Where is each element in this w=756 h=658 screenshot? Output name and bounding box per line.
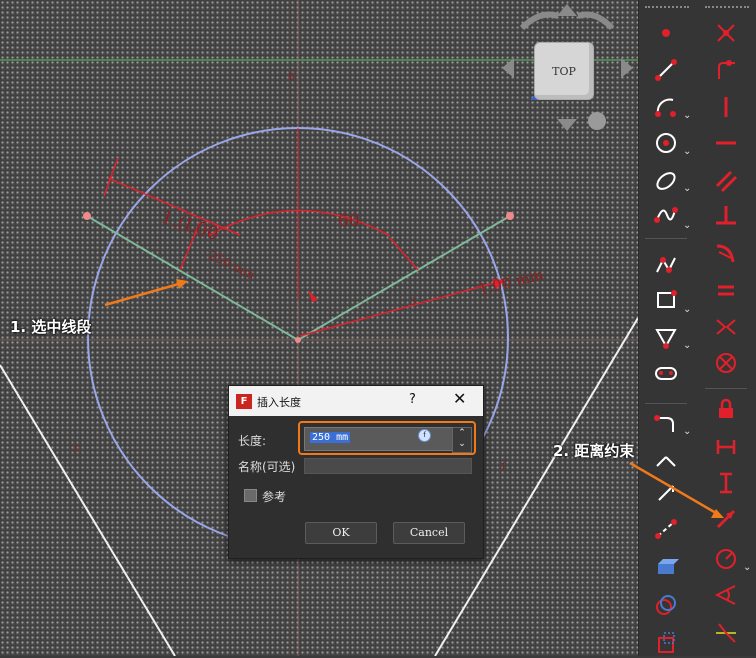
dialog-titlebar[interactable]: F 插入长度 ? ✕	[229, 386, 483, 416]
rectangle-icon[interactable]	[649, 285, 683, 315]
dialog-title: 插入长度	[257, 396, 301, 409]
tangent-constraint-icon[interactable]	[709, 238, 743, 268]
snell-law-icon[interactable]	[709, 618, 743, 648]
carbon-copy-icon[interactable]	[649, 590, 683, 620]
vertical-constraint-icon[interactable]	[709, 92, 743, 122]
parallel-constraint-icon[interactable]	[709, 166, 743, 196]
chevron-down-icon[interactable]: ⌄	[743, 562, 751, 573]
navigation-cube[interactable]: TOP	[500, 0, 635, 135]
dim-line-right	[299, 279, 506, 337]
length-label: 长度:	[238, 434, 267, 448]
name-label: 名称(可选)	[238, 460, 296, 474]
small-label-1: 8	[288, 72, 294, 83]
nav-cube-face[interactable]: TOP	[534, 42, 594, 100]
polygon-icon[interactable]	[649, 322, 683, 352]
endpoint-left[interactable]	[83, 212, 91, 220]
length-input-highlight	[298, 421, 476, 455]
horizontal-constraint-icon[interactable]	[709, 128, 743, 158]
chevron-down-icon[interactable]: ⌄	[683, 183, 691, 194]
circle-icon[interactable]	[649, 128, 683, 158]
small-label-3: 1	[500, 462, 506, 473]
reference-checkbox[interactable]	[244, 489, 257, 502]
small-label-4: 3	[410, 297, 416, 308]
chevron-down-icon[interactable]: ⌄	[683, 340, 691, 351]
arc-icon[interactable]	[649, 92, 683, 122]
point-on-object-icon[interactable]	[709, 55, 743, 85]
bspline-icon[interactable]	[649, 200, 683, 230]
ok-button[interactable]: OK	[305, 522, 377, 544]
chevron-down-icon[interactable]: ⌄	[683, 304, 691, 315]
edge-line-left	[0, 364, 176, 656]
line-segment-right[interactable]	[297, 215, 511, 341]
center-point[interactable]	[295, 337, 301, 343]
construction-mode-icon[interactable]	[649, 628, 683, 658]
radius-constraint-icon[interactable]	[709, 544, 743, 574]
callout-arrow-2	[629, 461, 724, 518]
help-button[interactable]: ?	[409, 392, 416, 407]
cancel-button[interactable]: Cancel	[393, 522, 465, 544]
angle-ext-right	[389, 237, 419, 271]
slot-icon[interactable]	[649, 358, 683, 388]
callout-arrowhead-1	[176, 279, 188, 289]
lock-constraint-icon[interactable]	[709, 394, 743, 424]
dim-label-3[interactable]: 1.00 mm	[477, 265, 546, 299]
chevron-down-icon[interactable]: ⌄	[683, 146, 691, 157]
polyline-icon[interactable]	[649, 250, 683, 280]
dim-ext-line	[103, 157, 119, 197]
name-input[interactable]	[304, 458, 472, 474]
external-geometry-icon[interactable]	[649, 552, 683, 582]
sketcher-toolbar: ⌄ ⌄ ⌄ ⌄ ⌄ ⌄ ⌄ ⌄	[638, 0, 756, 656]
chevron-down-icon[interactable]: ⌄	[683, 220, 691, 231]
callout-arrow-1	[104, 281, 183, 307]
coincident-constraint-icon[interactable]	[709, 18, 743, 48]
annotation-step-1: 1. 选中线段	[10, 318, 92, 336]
chevron-down-icon[interactable]: ⌄	[683, 426, 691, 437]
point-icon[interactable]	[649, 18, 683, 48]
equal-constraint-icon[interactable]	[709, 275, 743, 305]
dim-label-4[interactable]: 250 mm	[207, 248, 258, 283]
line-icon[interactable]	[649, 55, 683, 85]
symmetric-constraint-icon[interactable]	[709, 312, 743, 342]
freecad-logo-icon: F	[236, 394, 252, 409]
reference-label: 参考	[262, 490, 287, 504]
toolbar-separator	[645, 238, 687, 239]
ellipse-icon[interactable]	[649, 166, 683, 196]
angle-constraint-icon[interactable]	[709, 580, 743, 610]
endpoint-right[interactable]	[506, 212, 514, 220]
small-label-2: 3	[72, 444, 78, 455]
close-button[interactable]: ✕	[453, 389, 466, 408]
toolbar-grip-left[interactable]	[645, 6, 689, 12]
toolbar-grip-right[interactable]	[705, 6, 749, 12]
perpendicular-constraint-icon[interactable]	[709, 200, 743, 230]
angle-arrowhead	[308, 290, 318, 302]
fillet-icon[interactable]	[649, 408, 683, 438]
toolbar-separator	[705, 388, 747, 389]
dim-label-angle[interactable]: 60	[338, 211, 360, 231]
chevron-down-icon[interactable]: ⌄	[683, 110, 691, 121]
block-constraint-icon[interactable]	[709, 348, 743, 378]
toolbar-separator	[645, 403, 687, 404]
